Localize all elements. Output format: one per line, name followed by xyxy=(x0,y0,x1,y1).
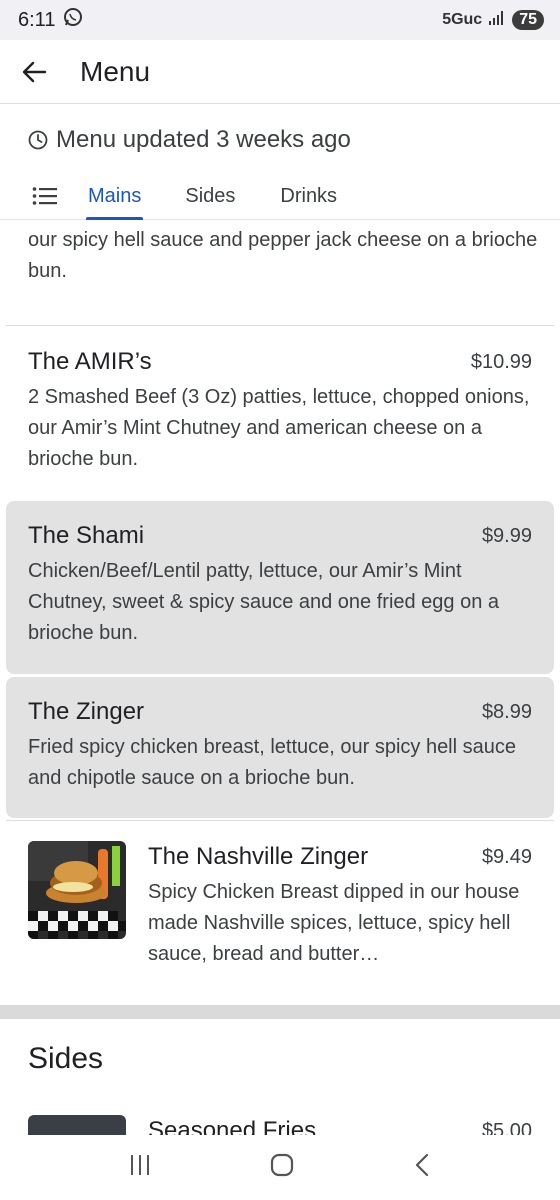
item-price: $9.49 xyxy=(481,846,532,868)
list-icon[interactable] xyxy=(32,183,58,209)
app-bar: Menu xyxy=(0,40,560,104)
status-left: 6:11 xyxy=(18,7,83,33)
back-button[interactable] xyxy=(18,56,50,88)
recents-icon xyxy=(131,1155,150,1175)
menu-item[interactable]: The Nashville Zinger $9.49 Spicy Chicken… xyxy=(6,821,554,1001)
back-nav-button[interactable] xyxy=(412,1152,432,1183)
tab-drinks[interactable]: Drinks xyxy=(280,172,337,220)
chevron-left-icon xyxy=(415,1153,428,1177)
section-separator xyxy=(0,1005,560,1019)
menu-updated: Menu updated 3 weeks ago xyxy=(28,126,351,154)
item-description: 2 Smashed Beef (3 Oz) patties, lettuce, … xyxy=(28,229,538,282)
item-price: $9.99 xyxy=(481,525,532,547)
section-title-sides: Sides xyxy=(28,1042,104,1075)
menu-item[interactable]: Seasoned Fries $5.00 xyxy=(6,1110,554,1135)
menu-list[interactable]: 2 Smashed Beef (3 Oz) patties, lettuce, … xyxy=(0,220,560,1135)
signal-icon xyxy=(488,10,506,31)
menu-item[interactable]: 2 Smashed Beef (3 Oz) patties, lettuce, … xyxy=(6,220,554,324)
item-name: Seasoned Fries xyxy=(148,1117,317,1135)
status-right: 5Guc 75 xyxy=(442,10,544,31)
page-title: Menu xyxy=(80,55,151,87)
system-nav-bar xyxy=(0,1135,560,1200)
item-price: $8.99 xyxy=(481,701,532,723)
item-description: Spicy Chicken Breast dipped in our house… xyxy=(148,881,520,965)
network-label: 5Guc xyxy=(442,11,483,28)
tab-bar: Mains Sides Drinks xyxy=(0,172,560,220)
item-photo xyxy=(28,841,126,939)
whatsapp-icon xyxy=(63,7,83,33)
item-price: $10.99 xyxy=(470,351,532,373)
item-description: 2 Smashed Beef (3 Oz) patties, lettuce, … xyxy=(28,386,530,470)
item-photo xyxy=(28,1115,126,1135)
recent-apps-button[interactable] xyxy=(128,1154,152,1181)
status-bar: 6:11 5Guc 75 xyxy=(0,0,560,40)
menu-item[interactable]: The Shami $9.99 Chicken/Beef/Lentil patt… xyxy=(6,501,554,674)
status-time: 6:11 xyxy=(18,8,56,31)
menu-item[interactable]: The Zinger $8.99 Fried spicy chicken bre… xyxy=(6,677,554,818)
menu-item[interactable]: The AMIR’s $10.99 2 Smashed Beef (3 Oz) … xyxy=(6,326,554,500)
item-description: Chicken/Beef/Lentil patty, lettuce, our … xyxy=(28,560,500,644)
item-price: $5.00 xyxy=(481,1120,532,1135)
item-name: The Zinger xyxy=(28,698,145,725)
item-description: Fried spicy chicken breast, lettuce, our… xyxy=(28,736,516,789)
item-name: The Nashville Zinger xyxy=(148,843,369,870)
item-name: The Shami xyxy=(28,522,145,549)
tab-mains[interactable]: Mains xyxy=(85,172,144,220)
home-button[interactable] xyxy=(269,1152,295,1183)
menu-updated-text: Menu updated 3 weeks ago xyxy=(56,126,351,153)
back-arrow-icon xyxy=(22,61,47,82)
clock-icon xyxy=(28,130,48,150)
tab-sides[interactable]: Sides xyxy=(185,172,235,220)
battery-badge: 75 xyxy=(512,10,544,30)
home-icon xyxy=(270,1153,294,1177)
item-name: The AMIR’s xyxy=(28,348,152,375)
menu-header: Menu updated 3 weeks ago Mains Sides Dri… xyxy=(0,104,560,220)
